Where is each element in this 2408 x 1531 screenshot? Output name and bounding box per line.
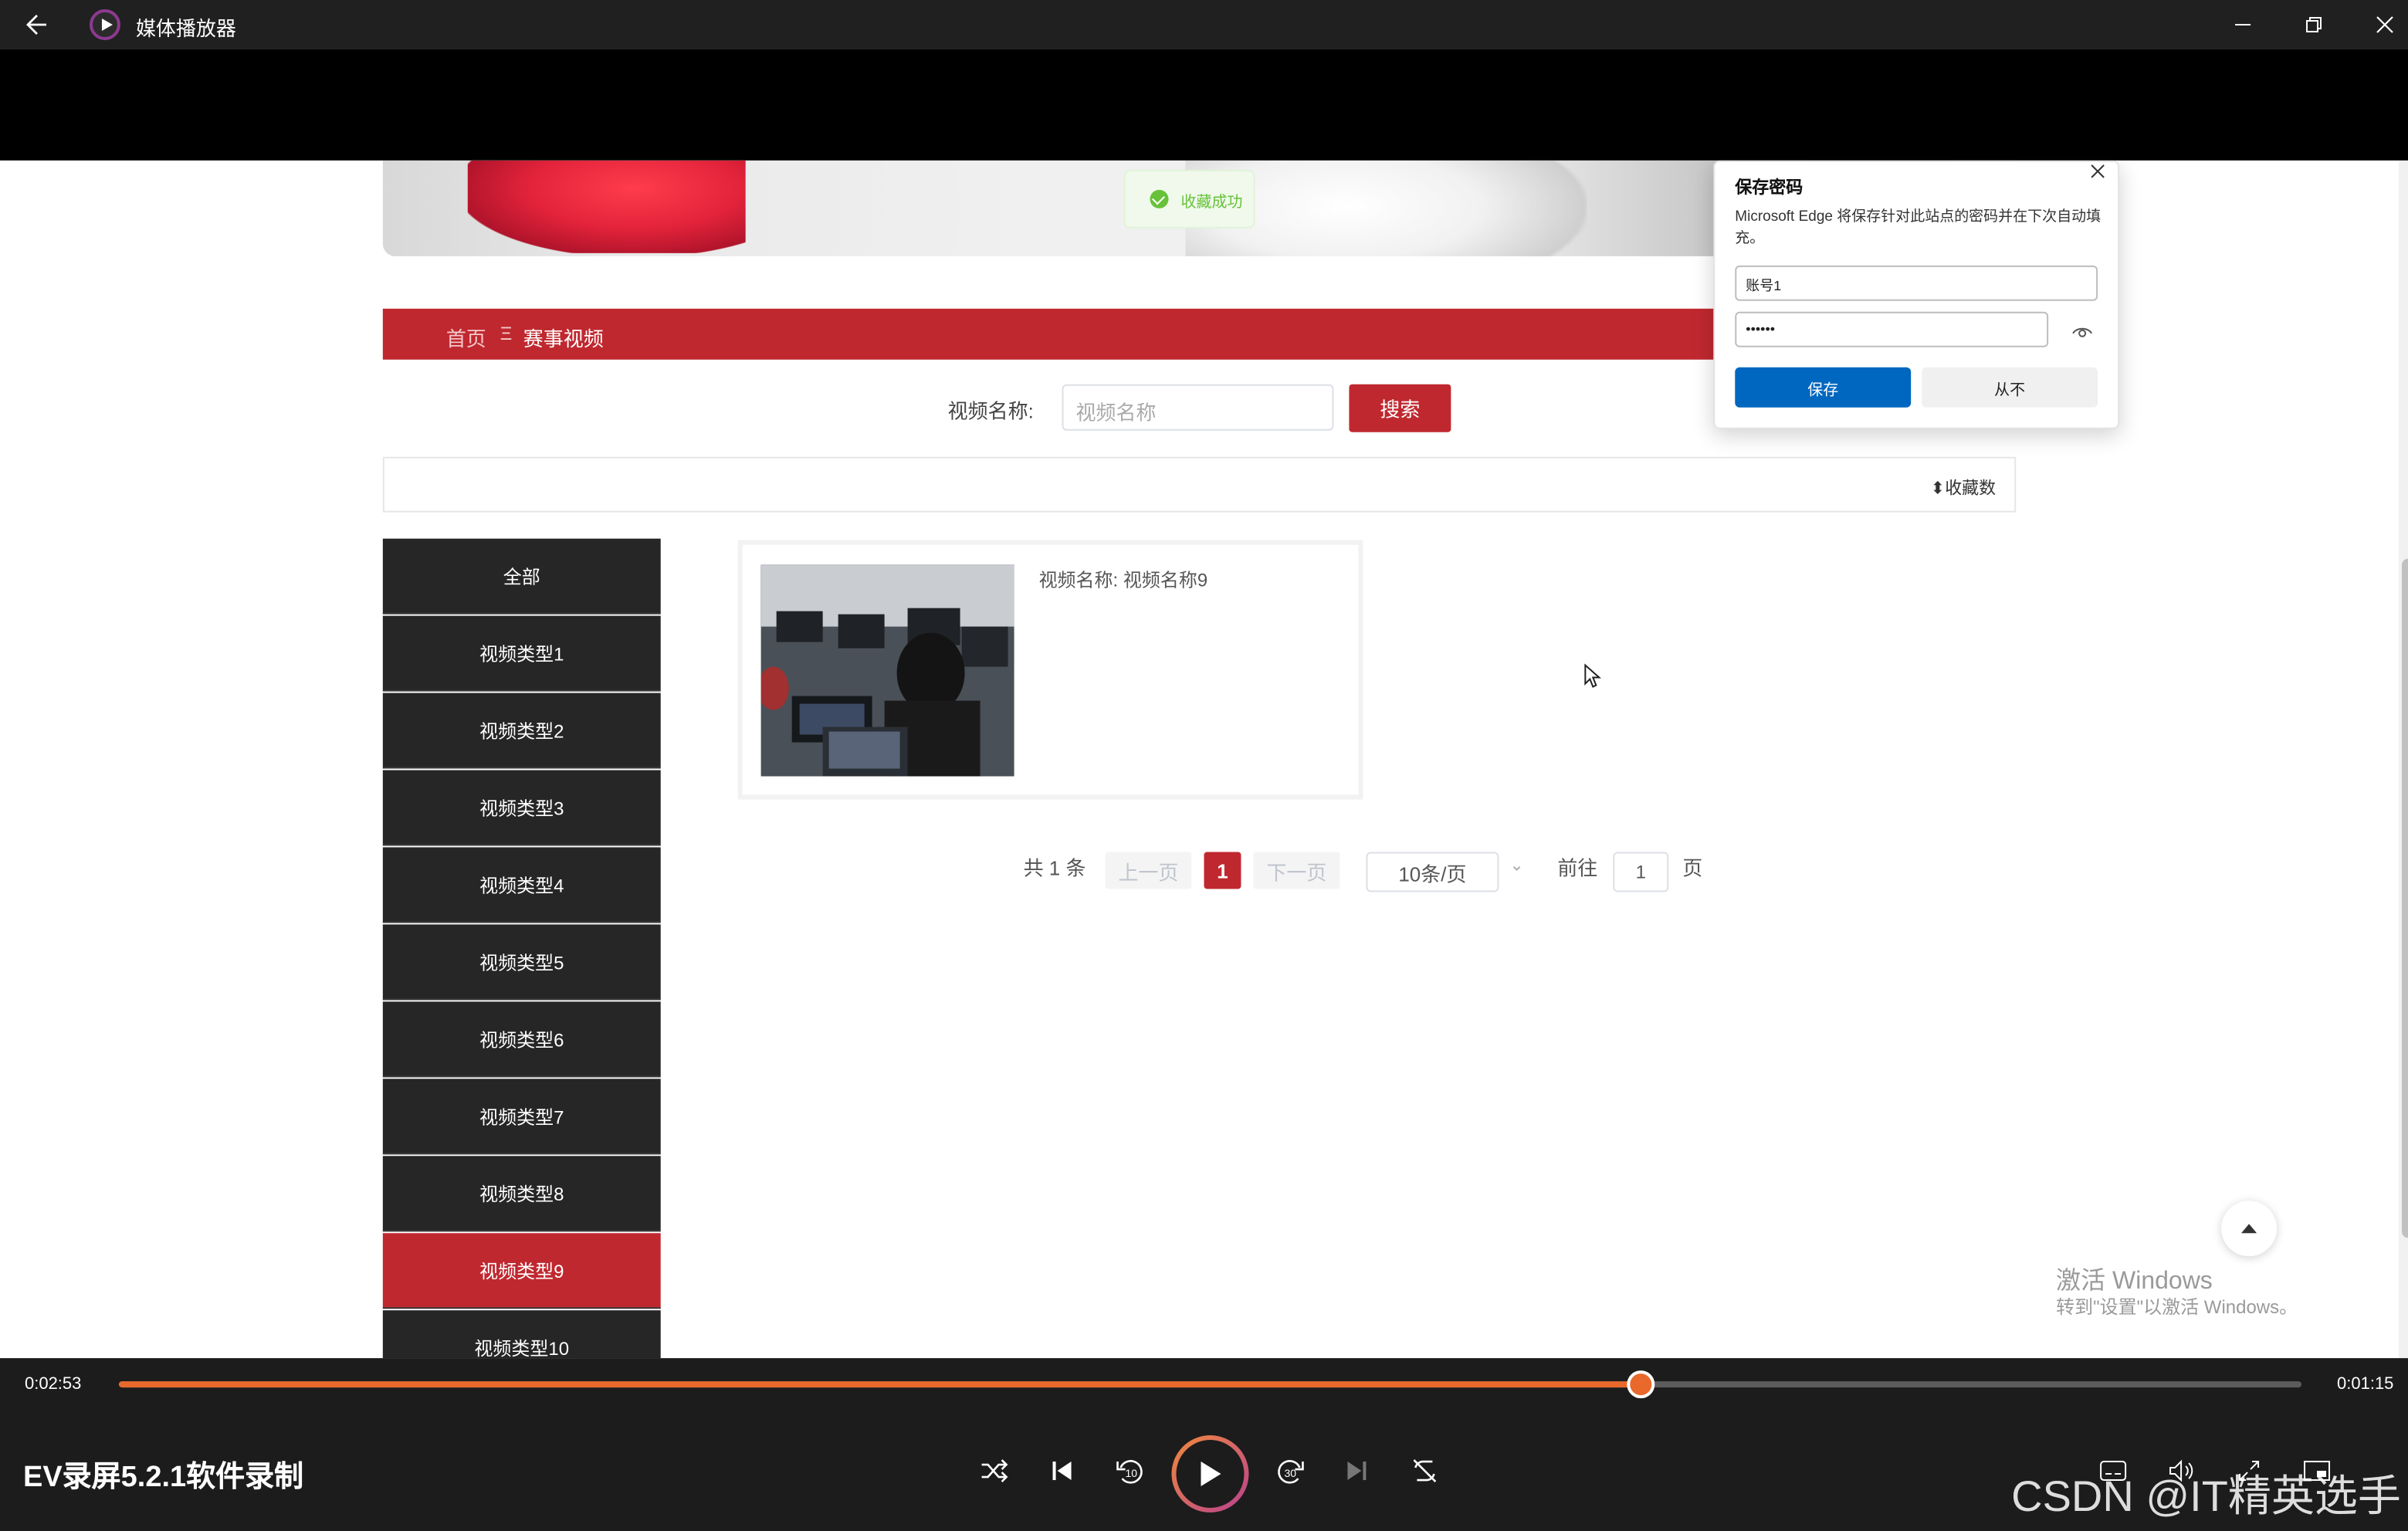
mouse-cursor-icon bbox=[1583, 663, 1602, 696]
toast-text: 收藏成功 bbox=[1180, 193, 1243, 211]
goto-label: 前往 bbox=[1557, 856, 1598, 880]
video-letterbox bbox=[0, 49, 2408, 161]
shuffle-icon[interactable] bbox=[971, 1448, 1018, 1494]
minimize-button[interactable] bbox=[2207, 0, 2278, 49]
forward-30-icon[interactable]: 30 bbox=[1267, 1448, 1313, 1494]
close-icon[interactable] bbox=[2085, 162, 2110, 184]
sidebar-item-type8[interactable]: 视频类型8 bbox=[382, 1156, 661, 1232]
sidebar-item-label: 视频类型8 bbox=[479, 1183, 564, 1205]
sidebar-item-label: 视频类型1 bbox=[479, 642, 564, 665]
sidebar-item-all[interactable]: 全部 bbox=[382, 538, 661, 615]
sidebar-item-label: 视频类型10 bbox=[474, 1337, 570, 1359]
close-button[interactable] bbox=[2349, 0, 2408, 49]
page-size-select[interactable]: 10条/页 bbox=[1366, 852, 1499, 893]
sidebar-item-type6[interactable]: 视频类型6 bbox=[382, 1001, 661, 1078]
previous-track-icon[interactable] bbox=[1039, 1448, 1085, 1494]
windows-activation-hint: 转到"设置"以激活 Windows。 bbox=[2056, 1296, 2298, 1319]
video-thumbnail[interactable] bbox=[760, 564, 1014, 777]
restore-button[interactable] bbox=[2278, 0, 2349, 49]
never-save-button[interactable]: 从不 bbox=[1922, 367, 2098, 408]
sort-label: 收藏数 bbox=[1945, 479, 1997, 499]
sidebar-item-type3[interactable]: 视频类型3 bbox=[382, 770, 661, 846]
seek-bar[interactable] bbox=[118, 1370, 2302, 1399]
player-controls: 0:02:53 0:01:15 EV录屏5.2.1软件录制 10 30 CSDN… bbox=[0, 1358, 2408, 1531]
save-password-popup: 保存密码 Microsoft Edge 将保存针对此站点的密码并在下次自动填充。… bbox=[1713, 160, 2120, 429]
sort-bar: ⬍收藏数 bbox=[382, 456, 2017, 513]
goto-page-input[interactable]: 1 bbox=[1613, 852, 1669, 893]
save-password-button[interactable]: 保存 bbox=[1735, 367, 1912, 408]
sidebar-item-label: 视频类型2 bbox=[479, 720, 564, 742]
search-input[interactable]: 视频名称 bbox=[1062, 384, 1334, 431]
sidebar-item-type2[interactable]: 视频类型2 bbox=[382, 693, 661, 769]
sidebar-item-type7[interactable]: 视频类型7 bbox=[382, 1079, 661, 1155]
rewind-10-icon[interactable]: 10 bbox=[1107, 1448, 1153, 1494]
sidebar-item-type1[interactable]: 视频类型1 bbox=[382, 615, 661, 692]
check-circle-icon bbox=[1150, 189, 1169, 208]
sidebar-item-label: 视频类型5 bbox=[479, 951, 564, 974]
breadcrumb-current: 赛事视频 bbox=[523, 327, 604, 351]
remaining-time: 0:01:15 bbox=[2337, 1375, 2394, 1394]
password-field[interactable]: •••••• bbox=[1735, 311, 2049, 347]
banner-shoe-red bbox=[467, 160, 746, 253]
video-title-label: EV录屏5.2.1软件录制 bbox=[22, 1462, 304, 1495]
csdn-watermark: CSDN @IT精英选手 bbox=[2011, 1472, 2401, 1521]
eye-icon[interactable] bbox=[2071, 321, 2093, 340]
popup-description: Microsoft Edge 将保存针对此站点的密码并在下次自动填充。 bbox=[1735, 208, 2101, 247]
page-unit: 页 bbox=[1682, 856, 1703, 880]
next-page-button[interactable]: 下一页 bbox=[1253, 852, 1340, 889]
sidebar-item-label: 视频类型4 bbox=[479, 874, 564, 896]
username-field[interactable]: 账号1 bbox=[1735, 265, 2098, 301]
play-icon bbox=[1176, 1440, 1245, 1509]
breadcrumb-home[interactable]: 首页 bbox=[446, 323, 486, 352]
next-track-icon[interactable] bbox=[1333, 1448, 1380, 1494]
popup-title: 保存密码 bbox=[1735, 178, 1803, 198]
seek-bar-handle[interactable] bbox=[1626, 1370, 1654, 1399]
repeat-off-icon[interactable] bbox=[1401, 1448, 1448, 1494]
sidebar-item-label: 视频类型9 bbox=[479, 1260, 564, 1282]
sidebar-item-type10[interactable]: 视频类型10 bbox=[382, 1310, 661, 1359]
sidebar-item-label: 视频类型6 bbox=[479, 1028, 564, 1051]
sort-caret-icon: ⬍ bbox=[1930, 479, 1946, 499]
prev-page-button[interactable]: 上一页 bbox=[1105, 852, 1192, 889]
sidebar-item-type5[interactable]: 视频类型5 bbox=[382, 924, 661, 1001]
sort-by-favorites[interactable]: ⬍收藏数 bbox=[1931, 476, 1996, 500]
sidebar-item-type4[interactable]: 视频类型4 bbox=[382, 847, 661, 923]
search-button[interactable]: 搜索 bbox=[1349, 384, 1451, 432]
title-bar: 媒体播放器 bbox=[0, 0, 2408, 49]
svg-text:30: 30 bbox=[1284, 1467, 1296, 1479]
page-scrollbar[interactable] bbox=[2399, 160, 2408, 1359]
elapsed-time: 0:02:53 bbox=[24, 1375, 82, 1394]
media-player-app-icon bbox=[89, 8, 120, 40]
chevron-down-icon[interactable]: ⌄ bbox=[1509, 855, 1523, 875]
scrollbar-thumb[interactable] bbox=[2402, 558, 2408, 1238]
back-arrow-icon[interactable] bbox=[22, 9, 52, 40]
windows-activation-title: 激活 Windows bbox=[2056, 1268, 2213, 1296]
play-button[interactable] bbox=[1171, 1435, 1249, 1513]
search-label: 视频名称: bbox=[947, 399, 1034, 423]
sidebar-item-label: 视频类型7 bbox=[479, 1106, 564, 1128]
seek-bar-fill bbox=[118, 1381, 1641, 1388]
sidebar-item-label: 全部 bbox=[503, 565, 540, 588]
video-card[interactable]: 视频名称: 视频名称9 bbox=[737, 540, 1363, 800]
pagination-total: 共 1 条 bbox=[1023, 856, 1086, 880]
sidebar-item-type9[interactable]: 视频类型9 bbox=[382, 1233, 661, 1309]
page-number-current[interactable]: 1 bbox=[1204, 852, 1241, 889]
svg-text:10: 10 bbox=[1126, 1467, 1138, 1479]
video-title: 视频名称: 视频名称9 bbox=[1038, 569, 1208, 591]
breadcrumb-separator: Ξ bbox=[500, 322, 513, 344]
sidebar-item-label: 视频类型3 bbox=[479, 797, 564, 819]
back-to-top-button[interactable] bbox=[2221, 1201, 2278, 1257]
success-toast: 收藏成功 bbox=[1123, 169, 1255, 229]
window-title: 媒体播放器 bbox=[135, 16, 236, 40]
